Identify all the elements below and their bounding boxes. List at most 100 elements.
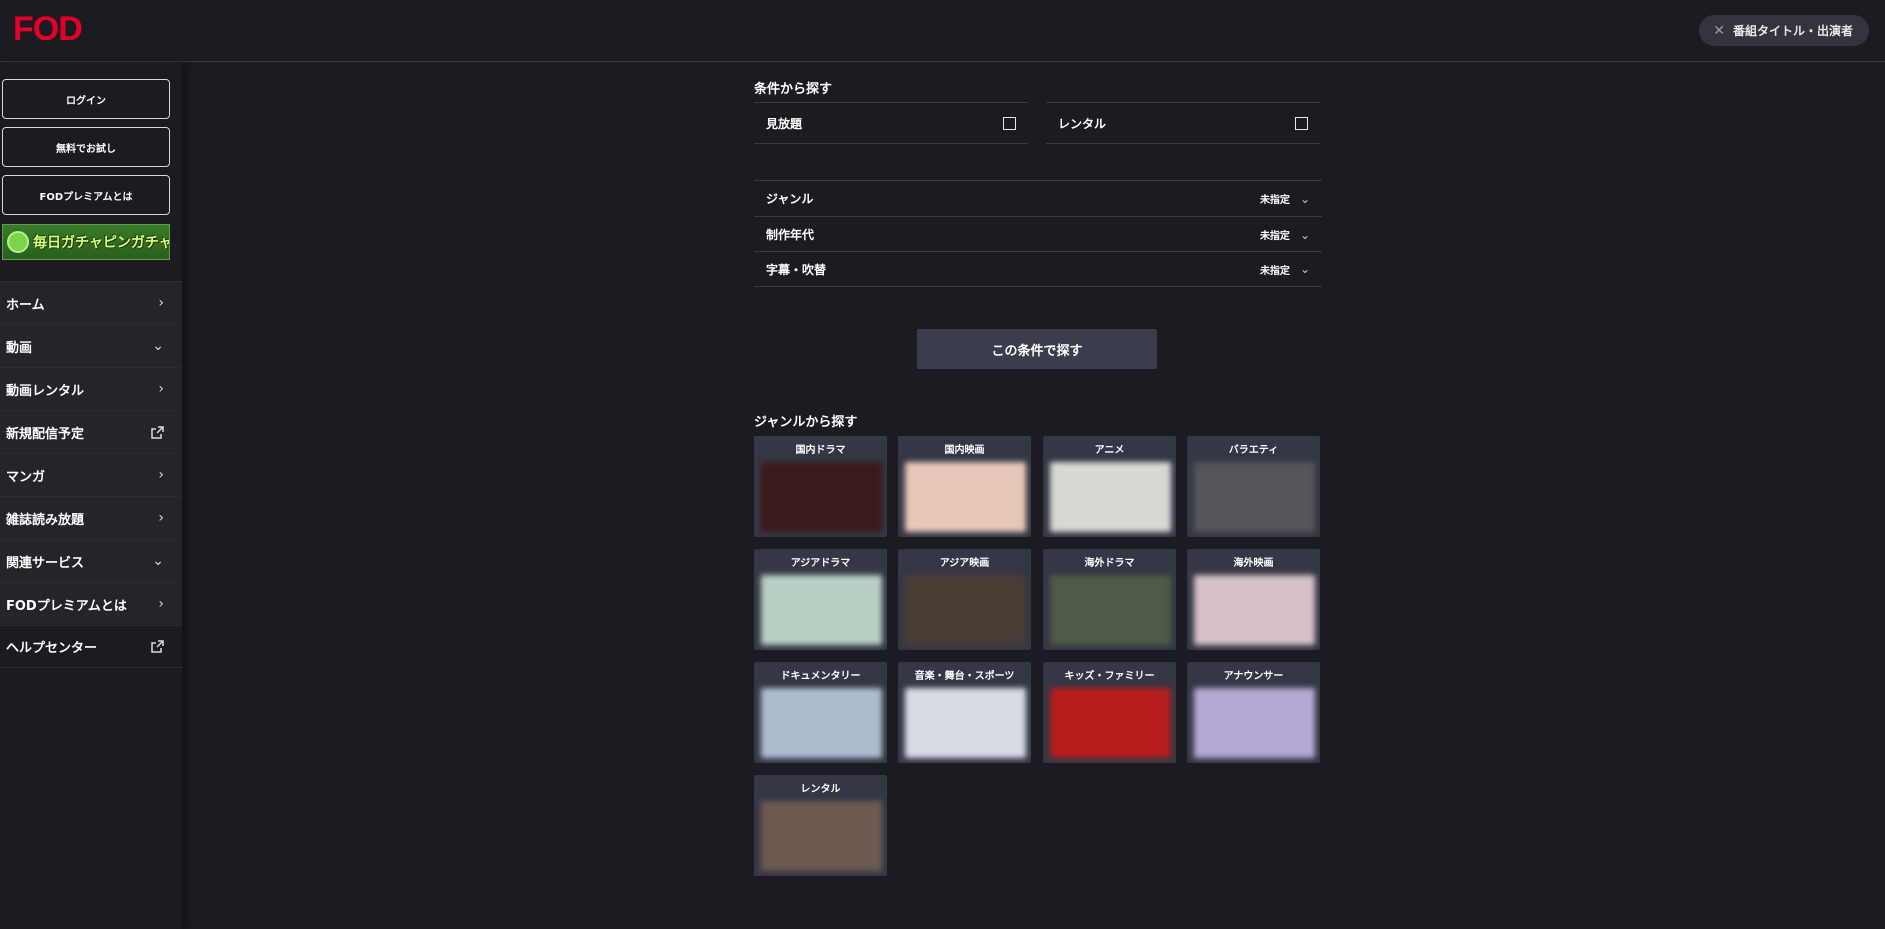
genre-card[interactable]: 海外ドラマ (1043, 549, 1176, 650)
genre-card-thumbnail (1050, 688, 1171, 758)
filter-label: 制作年代 (766, 228, 815, 242)
genre-card[interactable]: 国内映画 (898, 436, 1031, 537)
genre-card-label: キッズ・ファミリー (1064, 671, 1155, 682)
sidebar-item-label: FODプレミアムとは (6, 598, 127, 614)
genre-card[interactable]: 国内ドラマ (754, 436, 887, 537)
genre-card-label: 海外映画 (1233, 558, 1274, 569)
filter-subtitle-dub[interactable]: 字幕・吹替 未指定 ⌄ (754, 251, 1322, 287)
genre-card-label: 音楽・舞台・スポーツ (914, 671, 1015, 682)
genre-card[interactable]: 音楽・舞台・スポーツ (898, 662, 1031, 763)
sidebar-item-home[interactable]: ホーム › (0, 281, 182, 324)
chevron-down-icon: ⌄ (1299, 191, 1310, 206)
genre-card-thumbnail (761, 801, 882, 871)
sidebar-item-label: 雑誌読み放題 (6, 512, 85, 528)
genre-card-label: アナウンサー (1223, 671, 1284, 682)
close-icon[interactable]: ✕ (1713, 23, 1725, 39)
genre-card[interactable]: アナウンサー (1187, 662, 1320, 763)
sidebar-item-related-services[interactable]: 関連サービス ⌄ (0, 539, 182, 582)
checkbox-label: 見放題 (766, 116, 803, 131)
genre-card[interactable]: キッズ・ファミリー (1043, 662, 1176, 763)
genre-card[interactable]: バラエティ (1187, 436, 1320, 537)
chevron-down-icon: ⌄ (1299, 227, 1310, 242)
search-keyword-chip[interactable]: ✕ 番組タイトル・出演者 (1699, 15, 1869, 46)
sidebar-item-label: 新規配信予定 (6, 426, 85, 442)
genres-title: ジャンルから探す (754, 415, 858, 430)
genre-card-thumbnail (905, 462, 1026, 532)
checkbox-rental[interactable]: レンタル (1046, 102, 1320, 144)
filter-genre[interactable]: ジャンル 未指定 ⌄ (754, 180, 1322, 216)
sidebar: ログイン 無料でお試し FODプレミアムとは 毎日ガチャピンガチャ ホーム › … (0, 62, 182, 929)
search-conditions-button[interactable]: この条件で探す (917, 329, 1157, 369)
genre-card-thumbnail (1194, 575, 1315, 645)
sidebar-item-help-center[interactable]: ヘルプセンター (0, 625, 182, 668)
sidebar-nav: ホーム › 動画 ⌄ 動画レンタル › 新規配信予定 マンガ › 雑誌読み放題 … (0, 281, 182, 668)
sidebar-item-label: 関連サービス (6, 555, 85, 571)
checkbox-unlimited[interactable]: 見放題 (754, 102, 1028, 144)
sidebar-item-label: 動画 (6, 340, 33, 356)
genre-card-label: レンタル (800, 784, 841, 795)
fod-logo[interactable]: FOD (13, 10, 83, 49)
sidebar-item-label: ホーム (6, 297, 45, 313)
genre-card[interactable]: ドキュメンタリー (754, 662, 887, 763)
fod-premium-button[interactable]: FODプレミアムとは (2, 175, 170, 215)
gachapin-banner[interactable]: 毎日ガチャピンガチャ (2, 224, 170, 260)
sidebar-item-video-rental[interactable]: 動画レンタル › (0, 367, 182, 410)
checkbox-label: レンタル (1058, 116, 1107, 131)
top-header: FOD ✕ 番組タイトル・出演者 (0, 0, 1885, 62)
genre-card[interactable]: アジア映画 (898, 549, 1031, 650)
genre-card-label: バラエティ (1228, 445, 1279, 456)
genre-card-label: アニメ (1094, 445, 1125, 456)
genre-card-label: ドキュメンタリー (780, 671, 861, 682)
filter-production-era[interactable]: 制作年代 未指定 ⌄ (754, 216, 1322, 252)
filter-value: 未指定 (1259, 231, 1290, 242)
conditions-title: 条件から探す (754, 82, 833, 97)
sidebar-item-label: マンガ (6, 469, 46, 485)
genre-card-thumbnail (761, 575, 882, 645)
genre-card-label: アジアドラマ (790, 558, 851, 569)
genre-card-label: 海外ドラマ (1084, 558, 1135, 569)
chevron-down-icon: ⌄ (152, 338, 164, 354)
checkbox-box[interactable] (1003, 116, 1016, 130)
genre-card-label: 国内ドラマ (795, 445, 846, 456)
filter-value: 未指定 (1259, 265, 1290, 277)
filter-label: ジャンル (766, 192, 814, 206)
login-button[interactable]: ログイン (2, 79, 170, 119)
genre-card[interactable]: アニメ (1043, 436, 1176, 537)
genre-card[interactable]: アジアドラマ (754, 549, 887, 650)
genre-card-label: 国内映画 (944, 445, 985, 456)
genre-card-thumbnail (1194, 462, 1315, 532)
genre-card-thumbnail (761, 462, 882, 532)
chevron-right-icon: › (158, 596, 164, 612)
gachapin-mascot-icon (7, 231, 29, 253)
sidebar-item-label: 動画レンタル (6, 383, 85, 399)
sidebar-item-manga[interactable]: マンガ › (0, 453, 182, 496)
external-link-icon (151, 425, 164, 439)
chevron-right-icon: › (158, 381, 164, 397)
checkbox-box[interactable] (1295, 116, 1308, 130)
sidebar-item-new-schedule[interactable]: 新規配信予定 (0, 410, 182, 453)
genre-card[interactable]: レンタル (754, 775, 887, 876)
genre-card[interactable]: 海外映画 (1187, 549, 1320, 650)
banner-text: 毎日ガチャピンガチャ (33, 235, 170, 251)
filter-value: 未指定 (1259, 195, 1290, 206)
genre-card-thumbnail (1194, 688, 1315, 758)
chevron-right-icon: › (158, 510, 164, 526)
search-chip-label: 番組タイトル・出演者 (1732, 24, 1853, 38)
sidebar-item-magazine[interactable]: 雑誌読み放題 › (0, 496, 182, 539)
chevron-right-icon: › (158, 295, 164, 311)
genre-card-thumbnail (905, 688, 1026, 758)
chevron-down-icon: ⌄ (1299, 262, 1310, 276)
genre-card-label: アジア映画 (939, 558, 990, 569)
chevron-right-icon: › (158, 467, 164, 483)
genre-card-thumbnail (1050, 462, 1171, 532)
sidebar-item-fod-premium[interactable]: FODプレミアムとは › (0, 582, 182, 625)
free-trial-button[interactable]: 無料でお試し (2, 127, 170, 167)
genre-card-thumbnail (905, 575, 1026, 645)
chevron-down-icon: ⌄ (152, 553, 164, 569)
external-link-icon (151, 640, 164, 653)
genre-card-thumbnail (1050, 575, 1171, 645)
genre-card-thumbnail (761, 688, 882, 758)
sidebar-item-video[interactable]: 動画 ⌄ (0, 324, 182, 367)
filter-label: 字幕・吹替 (766, 262, 827, 277)
sidebar-item-label: ヘルプセンター (6, 641, 98, 656)
